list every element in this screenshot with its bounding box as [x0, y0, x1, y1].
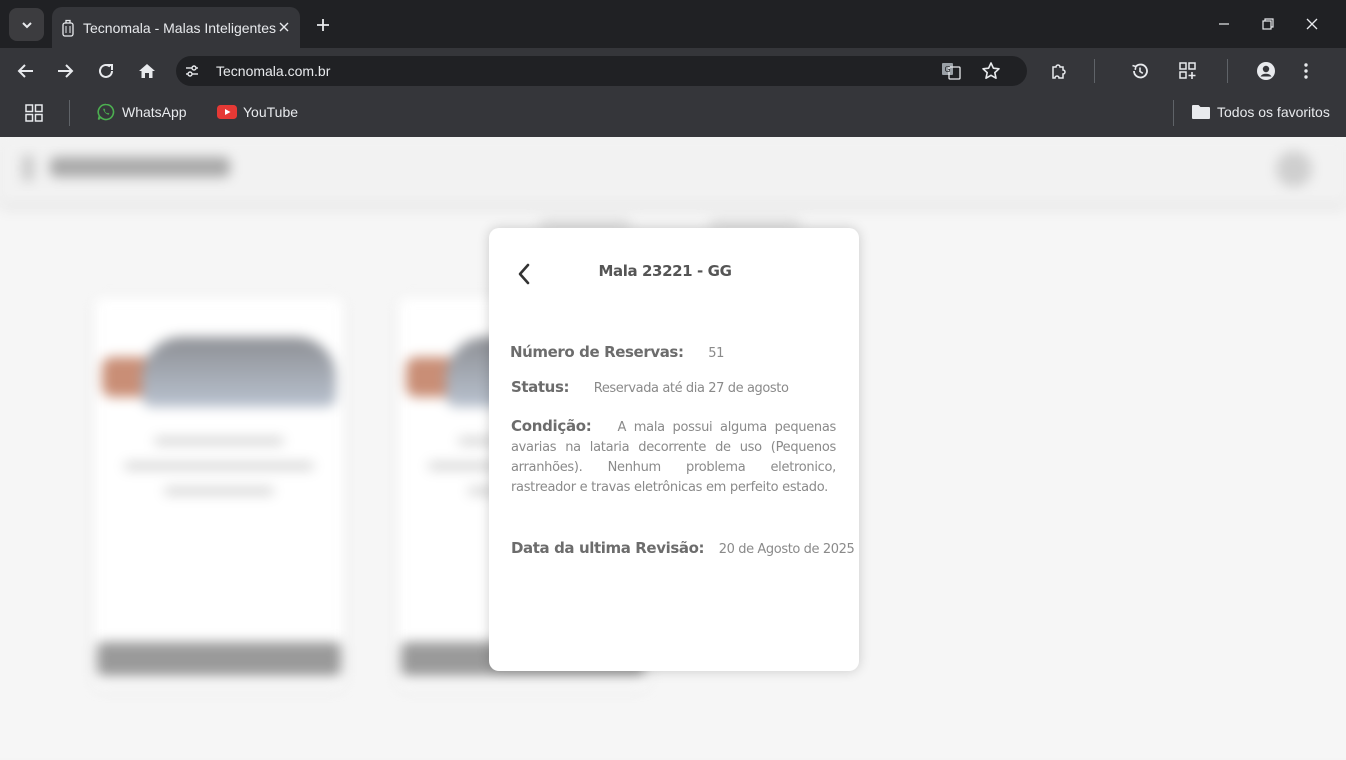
active-tab[interactable]: Tecnomala - Malas Inteligentes: [52, 7, 300, 48]
suitcase-image: [102, 327, 336, 417]
history-icon[interactable]: [1128, 59, 1152, 83]
folder-icon: [1191, 103, 1211, 121]
card-button: [97, 642, 341, 676]
status-row: Status: Reservada até dia 27 de agosto: [511, 377, 789, 396]
modal-title: Mala 23221 - GG: [598, 262, 732, 280]
suitcase-favicon-icon: [60, 19, 76, 37]
chevron-down-icon: [21, 21, 32, 28]
last-revision-row: Data da ultima Revisão: 20 de Agosto de …: [511, 538, 855, 557]
tab-strip: Tecnomala - Malas Inteligentes: [0, 0, 1346, 48]
card-line: [154, 437, 284, 445]
youtube-icon: [217, 103, 237, 121]
minimize-icon[interactable]: [1212, 12, 1236, 36]
site-logo: [22, 153, 232, 181]
reservations-value: 51: [708, 346, 724, 361]
chevron-left-icon: [518, 263, 530, 285]
translate-icon[interactable]: G: [940, 60, 962, 82]
back-arrow-icon[interactable]: [14, 59, 38, 83]
extensions-puzzle-icon[interactable]: [1047, 59, 1071, 83]
close-window-icon[interactable]: [1300, 12, 1324, 36]
bookmark-label: YouTube: [243, 104, 299, 120]
tab-close-icon[interactable]: [275, 18, 293, 36]
site-header: [0, 137, 1346, 203]
url-text: Tecnomala.com.br: [216, 63, 331, 79]
last-revision-label: Data da ultima Revisão:: [511, 539, 705, 557]
status-value: Reservada até dia 27 de agosto: [593, 381, 789, 396]
browser-toolbar: Tecnomala.com.br G: [0, 48, 1346, 94]
suitcase-card: [94, 297, 344, 687]
menu-kebab-icon[interactable]: [1294, 59, 1318, 83]
back-button[interactable]: [511, 260, 537, 288]
site-settings-icon[interactable]: [181, 60, 203, 82]
toolbar-divider: [1094, 59, 1095, 83]
bookmarks-bar: WhatsApp YouTube Todos os favoritos: [0, 94, 1346, 137]
card-line: [164, 487, 274, 495]
forward-arrow-icon[interactable]: [53, 59, 77, 83]
restore-icon[interactable]: [1256, 12, 1280, 36]
bookmark-youtube[interactable]: YouTube: [217, 101, 298, 123]
last-revision-value: 20 de Agosto de 2025: [718, 542, 855, 557]
bookmark-whatsapp[interactable]: WhatsApp: [96, 101, 187, 123]
user-avatar: [1276, 151, 1312, 187]
bookmark-star-icon[interactable]: [980, 60, 1002, 82]
toolbar-divider: [1227, 59, 1228, 83]
profile-avatar-icon[interactable]: [1254, 59, 1278, 83]
apps-grid-plus-icon[interactable]: [1176, 59, 1200, 83]
bookmark-label: WhatsApp: [122, 104, 187, 120]
bookmarks-divider: [1173, 100, 1174, 126]
condition-row: Condição: A mala possui alguma pequenas a…: [511, 416, 836, 498]
tab-title: Tecnomala - Malas Inteligentes: [83, 19, 276, 36]
all-bookmarks-label: Todos os favoritos: [1217, 104, 1330, 120]
home-icon[interactable]: [135, 59, 159, 83]
bookmarks-divider: [69, 100, 70, 126]
suitcase-detail-modal: Mala 23221 - GG Número de Reservas: 51 S…: [489, 228, 859, 671]
tab-search-button[interactable]: [9, 8, 44, 41]
apps-grid-icon[interactable]: [23, 102, 45, 124]
reservations-label: Número de Reservas:: [510, 343, 684, 361]
condition-label: Condição:: [511, 417, 592, 435]
all-bookmarks-folder[interactable]: Todos os favoritos: [1191, 101, 1330, 123]
status-label: Status:: [511, 378, 570, 396]
address-bar[interactable]: Tecnomala.com.br G: [176, 56, 1027, 86]
svg-text:G: G: [945, 65, 951, 74]
reload-icon[interactable]: [94, 59, 118, 83]
whatsapp-icon: [96, 103, 116, 121]
card-line: [124, 462, 314, 470]
new-tab-plus-icon[interactable]: [312, 14, 334, 36]
reservations-row: Número de Reservas: 51: [510, 342, 724, 361]
